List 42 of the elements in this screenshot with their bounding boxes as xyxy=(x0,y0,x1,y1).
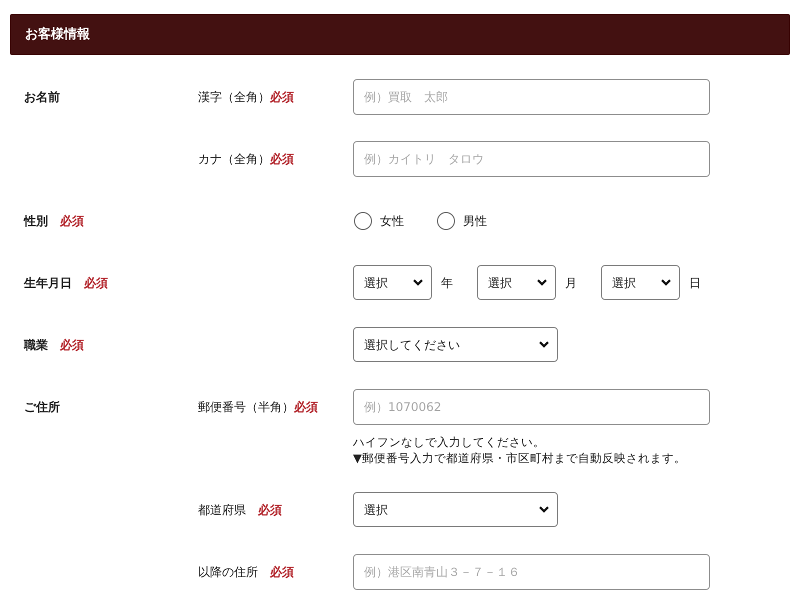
field-sublabel: 以降の住所 xyxy=(198,565,258,579)
field-sublabel: 漢字（全角） xyxy=(198,90,270,104)
required-mark: 必須 xyxy=(294,400,318,414)
field-label: お名前 xyxy=(24,90,60,104)
text-field[interactable]: 例）1070062 xyxy=(353,389,710,425)
help-text: ▼郵便番号入力で都道府県・市区町村まで自動反映されます。 xyxy=(353,450,687,466)
field-sublabel: カナ（全角） xyxy=(198,152,270,166)
help-text: ハイフンなしで入力してください。 xyxy=(353,434,546,450)
chevron-down-icon xyxy=(413,279,423,286)
required-mark: 必須 xyxy=(84,276,108,290)
option-label: 女性 xyxy=(380,213,404,230)
chevron-down-icon xyxy=(661,279,671,286)
dropdown[interactable]: 選択 xyxy=(353,265,432,300)
text-field[interactable]: 例）港区南青山３－７－１６ xyxy=(353,554,710,590)
field-sublabel: 都道府県 xyxy=(198,503,246,517)
radio-button[interactable] xyxy=(354,212,372,230)
chevron-down-icon xyxy=(539,506,549,513)
required-mark: 必須 xyxy=(270,152,294,166)
radio-button[interactable] xyxy=(437,212,455,230)
unit-label: 年 xyxy=(441,274,453,292)
required-mark: 必須 xyxy=(258,503,282,517)
text-field[interactable]: 例）買取 太郎 xyxy=(353,79,710,115)
required-mark: 必須 xyxy=(270,565,294,579)
section-title: お客様情報 xyxy=(25,28,90,41)
field-label: 生年月日 xyxy=(24,276,72,290)
chevron-down-icon xyxy=(537,279,547,286)
chevron-down-icon xyxy=(539,341,549,348)
required-mark: 必須 xyxy=(270,90,294,104)
unit-label: 月 xyxy=(565,274,577,292)
field-label: 性別 xyxy=(24,214,48,228)
dropdown[interactable]: 選択 xyxy=(477,265,556,300)
text-field[interactable]: 例）カイトリ タロウ xyxy=(353,141,710,177)
dropdown[interactable]: 選択 xyxy=(601,265,680,300)
dropdown[interactable]: 選択してください xyxy=(353,327,558,362)
unit-label: 日 xyxy=(689,274,701,292)
field-sublabel: 郵便番号（半角） xyxy=(198,400,294,414)
dropdown[interactable]: 選択 xyxy=(353,492,558,527)
required-mark: 必須 xyxy=(60,214,84,228)
option-label: 男性 xyxy=(463,213,487,230)
field-label: 職業 xyxy=(24,338,48,352)
required-mark: 必須 xyxy=(60,338,84,352)
field-label: ご住所 xyxy=(24,400,60,414)
